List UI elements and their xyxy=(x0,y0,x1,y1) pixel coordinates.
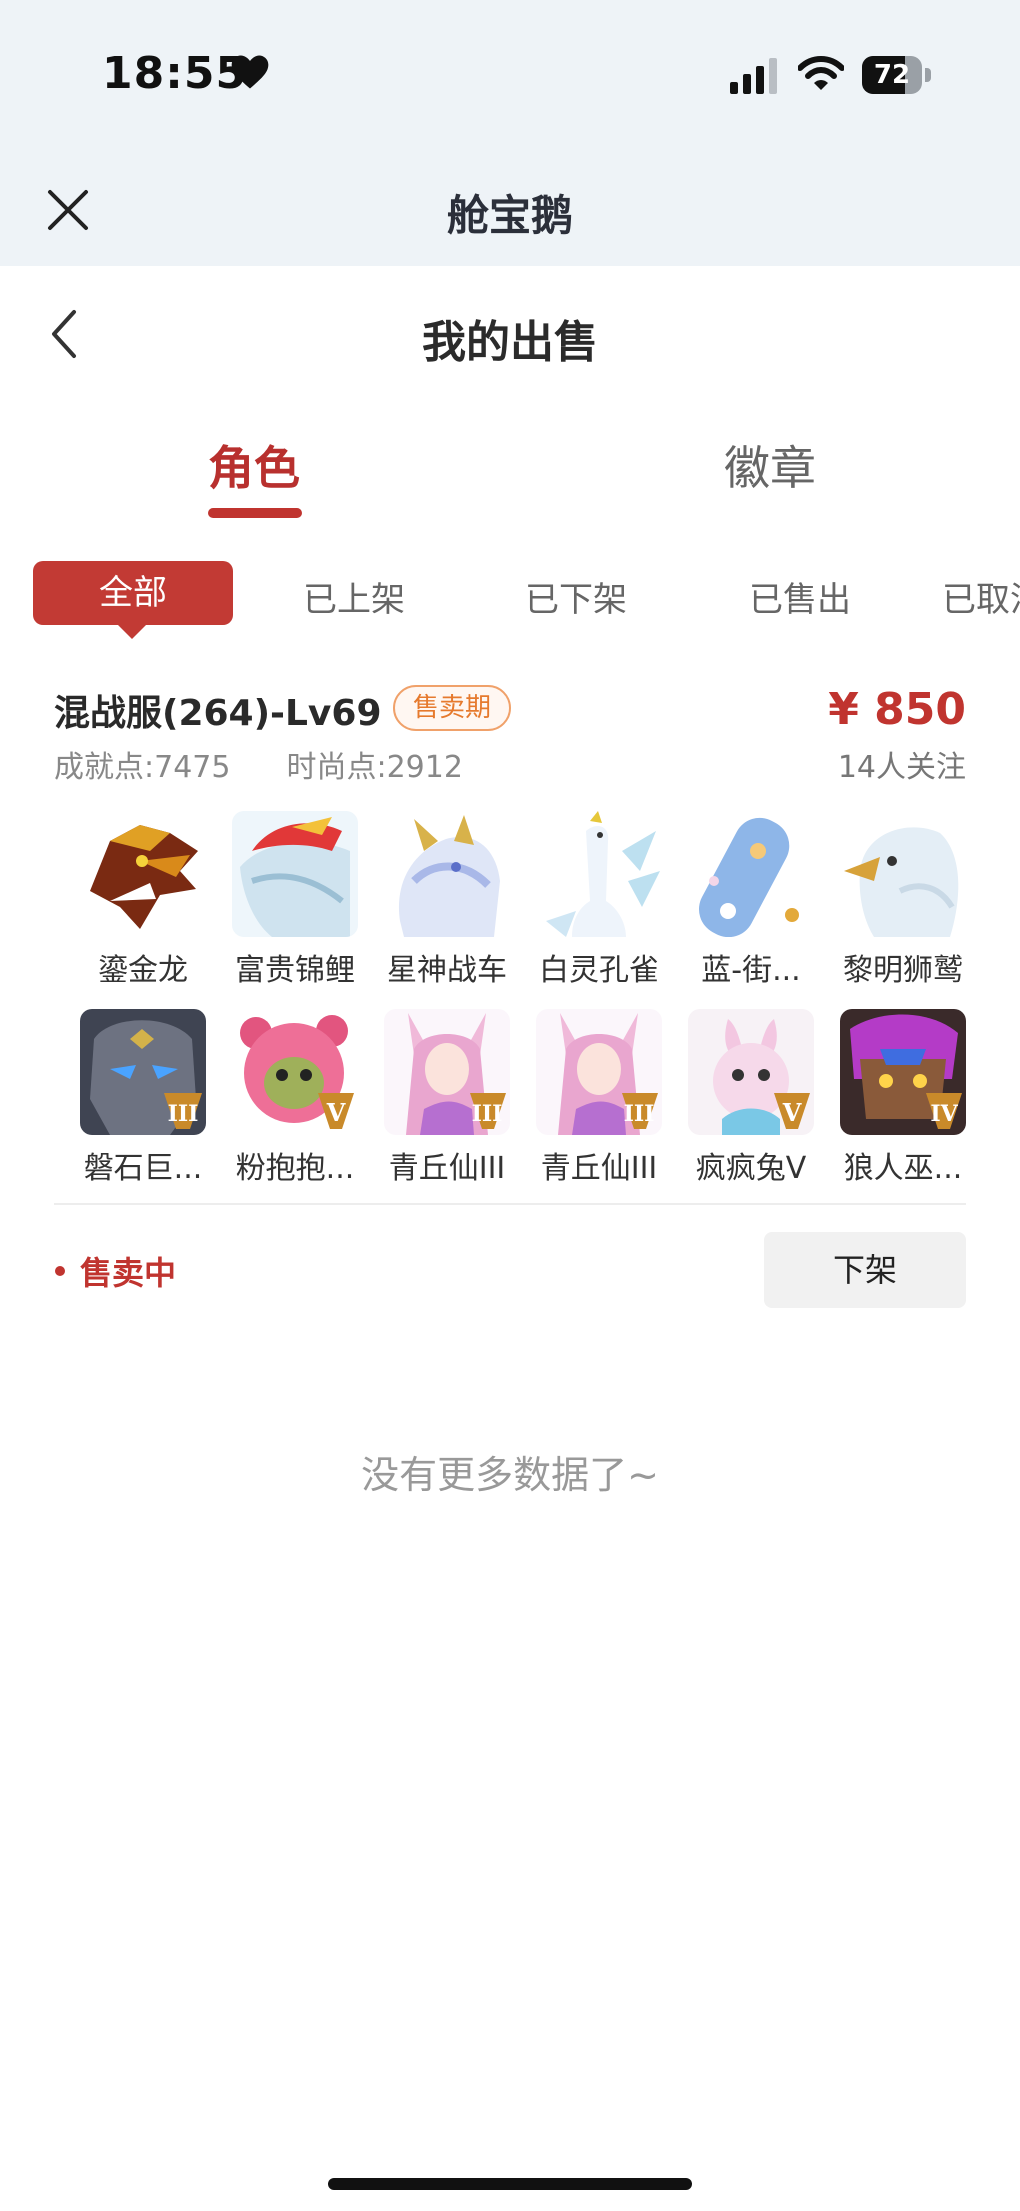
listing-stats: 成就点:7475 时尚点:2912 xyxy=(54,742,463,786)
wifi-icon xyxy=(798,56,844,90)
svg-text:IV: IV xyxy=(930,1101,958,1127)
item-card[interactable]: 黎明狮鹫 xyxy=(840,811,966,989)
item-name: 狼人巫... xyxy=(843,1151,963,1186)
home-indicator[interactable] xyxy=(328,2178,692,2190)
item-name: 粉抱抱... xyxy=(235,1151,355,1186)
item-card[interactable]: III 青丘仙III xyxy=(384,1009,510,1187)
white-peacock-icon xyxy=(536,811,662,937)
blue-skateboard-icon xyxy=(688,811,814,937)
listing-status: 售卖中 xyxy=(80,1254,177,1292)
tab-badge[interactable]: 徽章 xyxy=(724,432,816,498)
filter-delisted[interactable]: 已下架 xyxy=(525,572,627,621)
item-name: 青丘仙III xyxy=(388,1151,506,1186)
crazy-rabbit-icon: V xyxy=(688,1009,814,1135)
item-name: 磐石巨... xyxy=(83,1151,203,1186)
page-title: 我的出售 xyxy=(422,317,598,368)
item-name: 疯疯兔V xyxy=(695,1151,807,1186)
cellular-signal-icon xyxy=(730,58,777,94)
battery-icon: 72 xyxy=(862,56,936,94)
item-card[interactable]: V 疯疯兔V xyxy=(688,1009,814,1187)
fashion-value: 2912 xyxy=(386,750,463,785)
fashion-label: 时尚点: xyxy=(286,750,387,785)
item-name: 富贵锦鲤 xyxy=(235,953,355,988)
item-card[interactable]: 星神战车 xyxy=(384,811,510,989)
svg-text:III: III xyxy=(168,1101,199,1127)
item-name: 鎏金龙 xyxy=(98,953,188,988)
pink-bear-icon: V xyxy=(232,1009,358,1135)
svg-text:III: III xyxy=(624,1101,655,1127)
no-more-data: 没有更多数据了~ xyxy=(361,1453,659,1497)
golden-dragon-icon xyxy=(80,811,206,937)
filter-listed[interactable]: 已上架 xyxy=(303,572,405,621)
filter-sold[interactable]: 已售出 xyxy=(749,572,851,621)
achievement-value: 7475 xyxy=(154,750,231,785)
status-badge: 售卖期 xyxy=(393,685,512,731)
item-name: 星神战车 xyxy=(387,953,507,988)
status-time: 18:55 xyxy=(102,48,248,99)
item-name: 白灵孔雀 xyxy=(539,953,659,988)
active-tab-indicator xyxy=(208,508,302,518)
item-name: 青丘仙III xyxy=(540,1151,658,1186)
item-card[interactable]: 鎏金龙 xyxy=(80,811,206,989)
werewolf-icon: IV xyxy=(840,1009,966,1135)
item-card[interactable]: 蓝-街... xyxy=(688,811,814,989)
tab-role[interactable]: 角色 xyxy=(208,432,300,498)
griffin-icon xyxy=(840,811,966,937)
svg-text:III: III xyxy=(472,1101,503,1127)
svg-text:V: V xyxy=(326,1098,346,1127)
item-name: 蓝-街... xyxy=(701,953,801,988)
fox-fairy-icon: III xyxy=(536,1009,662,1135)
fox-fairy-icon: III xyxy=(384,1009,510,1135)
star-chariot-icon xyxy=(384,811,510,937)
svg-text:V: V xyxy=(782,1098,802,1127)
status-dot xyxy=(55,1266,65,1276)
item-card[interactable]: 白灵孔雀 xyxy=(536,811,662,989)
item-card[interactable]: IV 狼人巫... xyxy=(840,1009,966,1187)
app-title: 舱宝鹅 xyxy=(446,191,573,240)
heart-icon xyxy=(231,55,269,89)
divider xyxy=(54,1203,966,1205)
followers-count: 14人关注 xyxy=(837,750,966,785)
item-card[interactable]: V 粉抱抱... xyxy=(232,1009,358,1187)
item-card[interactable]: III 磐石巨... xyxy=(80,1009,206,1187)
battery-level: 72 xyxy=(873,60,911,90)
listing-title[interactable]: 混战服(264)-Lv69 xyxy=(54,684,382,736)
stone-giant-icon: III xyxy=(80,1009,206,1135)
filter-all[interactable]: 全部 xyxy=(33,561,233,625)
filter-cancelled[interactable]: 已取消 xyxy=(942,572,1020,621)
delist-button[interactable]: 下架 xyxy=(764,1232,966,1308)
filter-pointer xyxy=(116,623,148,639)
item-card[interactable]: III 青丘仙III xyxy=(536,1009,662,1187)
achievement-label: 成就点: xyxy=(54,750,155,785)
koi-fish-icon xyxy=(232,811,358,937)
listing-price: ¥ 850 xyxy=(828,684,966,735)
item-card[interactable]: 富贵锦鲤 xyxy=(232,811,358,989)
item-name: 黎明狮鹫 xyxy=(843,953,963,988)
